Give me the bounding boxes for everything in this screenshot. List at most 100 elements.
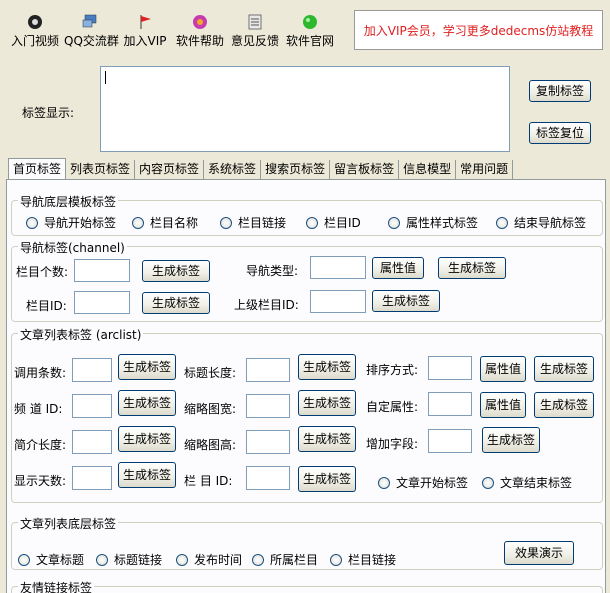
arclist-channel-id-input[interactable] (72, 394, 112, 418)
arclist-intro-length-input[interactable] (72, 430, 112, 454)
arclist-custom-attr-button[interactable]: 属性值 (480, 392, 526, 418)
arclist-thumb-width-gen-button[interactable]: 生成标签 (298, 390, 356, 416)
radio-category-link[interactable]: 栏目链接 (330, 551, 396, 568)
channel-type-input[interactable] (310, 256, 366, 279)
radio-label: 所属栏目 (270, 553, 319, 567)
channel-title: 导航标签(channel) (18, 239, 127, 256)
arclist-days-gen-button[interactable]: 生成标签 (118, 462, 176, 488)
arclist-count-input[interactable] (72, 358, 112, 382)
nav-bottom-group: 导航底层模板标签 导航开始标签 栏目名称 栏目链接 栏目ID 属性样式标签 结束… (11, 193, 603, 236)
arclist-group: 文章列表标签 (arclist) 调用条数: 生成标签 标题长度: 生成标签 排… (11, 326, 603, 503)
radio-label: 标题链接 (114, 553, 163, 567)
toolbar-label: 软件官网 (285, 34, 334, 48)
arclist-title-length-input[interactable] (246, 358, 290, 382)
arclist-count-gen-button[interactable]: 生成标签 (118, 354, 176, 380)
radio-channel-id[interactable]: 栏目ID (306, 214, 361, 231)
arclist-order-input[interactable] (428, 356, 472, 380)
channel-type-attr-button[interactable]: 属性值 (372, 257, 424, 279)
radio-nav-end[interactable]: 结束导航标签 (496, 214, 586, 231)
arclist-days-input[interactable] (72, 466, 112, 490)
channel-count-label: 栏目个数: (16, 265, 69, 279)
radio-circle[interactable] (330, 553, 342, 566)
tab-home[interactable]: 首页标签 (8, 158, 67, 180)
copy-tag-button[interactable]: 复制标签 (529, 80, 591, 102)
arclist-intro-length-gen-button[interactable]: 生成标签 (118, 426, 176, 452)
channel-type-gen-button[interactable]: 生成标签 (438, 257, 506, 279)
radio-nav-start[interactable]: 导航开始标签 (26, 214, 116, 231)
arclist-title-length-gen-button[interactable]: 生成标签 (298, 354, 356, 380)
arclist-order-gen-button[interactable]: 生成标签 (534, 356, 594, 382)
arclist-thumb-width-input[interactable] (246, 394, 290, 418)
radio-circle[interactable] (26, 216, 38, 229)
tag-display-textarea[interactable] (100, 66, 510, 152)
tab-info-model[interactable]: 信息模型 (399, 160, 457, 180)
toolbar-item-help[interactable]: 软件帮助 (174, 14, 226, 50)
tab-content-page[interactable]: 内容页标签 (135, 160, 205, 180)
arclist-typeid-gen-button[interactable]: 生成标签 (298, 466, 356, 492)
nav-bottom-title: 导航底层模板标签 (18, 193, 119, 210)
tag-display-label: 标签显示: (22, 106, 75, 120)
radio-label: 栏目链接 (348, 553, 397, 567)
arclist-count-label: 调用条数: (14, 366, 67, 380)
tab-system[interactable]: 系统标签 (204, 160, 262, 180)
arclist-thumb-width-label: 缩略图宽: (184, 402, 237, 416)
radio-attr-style[interactable]: 属性样式标签 (388, 214, 478, 231)
channel-parent-input[interactable] (310, 290, 366, 313)
arclist-days-label: 显示天数: (14, 474, 67, 488)
radio-label: 文章结束标签 (500, 476, 573, 490)
radio-category[interactable]: 所属栏目 (252, 551, 318, 568)
radio-article-start[interactable]: 文章开始标签 (378, 474, 468, 491)
arclist-add-field-input[interactable] (428, 429, 472, 453)
radio-label: 发布时间 (194, 553, 243, 567)
channel-count-input[interactable] (74, 259, 130, 282)
arclist-add-field-gen-button[interactable]: 生成标签 (482, 427, 540, 453)
toolbar-item-video[interactable]: 入门视频 (10, 14, 60, 50)
toolbar-item-vip[interactable]: 加入VIP (122, 14, 168, 50)
tab-faq[interactable]: 常用问题 (456, 160, 514, 180)
tab-list-page[interactable]: 列表页标签 (66, 160, 136, 180)
arclist-thumb-height-input[interactable] (246, 430, 290, 454)
radio-channel-name[interactable]: 栏目名称 (132, 214, 198, 231)
arclist-bottom-title: 文章列表底层标签 (18, 515, 119, 532)
radio-circle[interactable] (482, 476, 494, 489)
toolbar-item-qq-group[interactable]: QQ交流群 (64, 14, 119, 50)
radio-label: 属性样式标签 (406, 216, 479, 230)
radio-circle[interactable] (220, 216, 232, 229)
arclist-order-attr-button[interactable]: 属性值 (480, 356, 526, 382)
toolbar-item-feedback[interactable]: 意见反馈 (229, 14, 281, 50)
radio-circle[interactable] (388, 216, 400, 229)
radio-channel-link[interactable]: 栏目链接 (220, 214, 286, 231)
arclist-thumb-height-gen-button[interactable]: 生成标签 (298, 426, 356, 452)
arclist-custom-attr-gen-button[interactable]: 生成标签 (534, 392, 594, 418)
toolbar-label: 意见反馈 (230, 34, 279, 48)
tab-guestbook[interactable]: 留言板标签 (330, 160, 400, 180)
channel-id-input[interactable] (74, 291, 130, 314)
radio-circle[interactable] (132, 216, 144, 229)
channel-id-gen-button[interactable]: 生成标签 (142, 292, 210, 314)
radio-circle[interactable] (96, 553, 108, 566)
radio-circle[interactable] (18, 553, 30, 566)
toolbar-item-website[interactable]: 软件官网 (284, 14, 336, 50)
tab-search-page[interactable]: 搜索页标签 (261, 160, 331, 180)
arclist-typeid-input[interactable] (246, 466, 290, 490)
arclist-custom-attr-input[interactable] (428, 392, 472, 416)
radio-article-end[interactable]: 文章结束标签 (482, 474, 572, 491)
radio-pub-time[interactable]: 发布时间 (176, 551, 242, 568)
radio-article-title[interactable]: 文章标题 (18, 551, 84, 568)
radio-circle[interactable] (306, 216, 318, 229)
channel-parent-gen-button[interactable]: 生成标签 (372, 290, 440, 312)
toolbar: 入门视频 QQ交流群 加入VIP 软件帮助 意见反馈 软件官网 加入VIP会员，… (0, 0, 610, 52)
radio-circle[interactable] (252, 553, 264, 566)
radio-circle[interactable] (176, 553, 188, 566)
feedback-icon (248, 14, 262, 30)
toolbar-label: 入门视频 (10, 34, 59, 48)
reset-tag-button[interactable]: 标签复位 (529, 122, 591, 144)
demo-button[interactable]: 效果演示 (504, 541, 574, 565)
radio-label: 栏目ID (324, 216, 361, 230)
vip-banner[interactable]: 加入VIP会员，学习更多dedecms仿站教程 (354, 10, 603, 50)
radio-title-link[interactable]: 标题链接 (96, 551, 162, 568)
arclist-channel-id-gen-button[interactable]: 生成标签 (118, 390, 176, 416)
radio-circle[interactable] (378, 476, 390, 489)
radio-circle[interactable] (496, 216, 508, 229)
channel-count-gen-button[interactable]: 生成标签 (142, 260, 210, 282)
